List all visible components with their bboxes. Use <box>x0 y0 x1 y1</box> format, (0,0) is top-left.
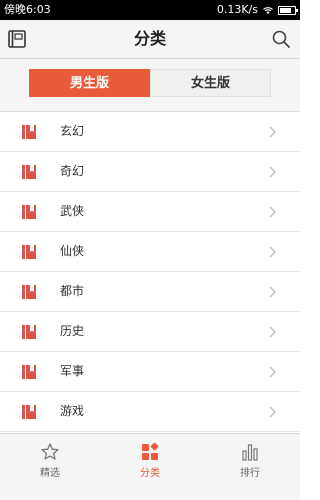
chevron-right-icon <box>269 246 276 258</box>
category-label: 武侠 <box>60 204 85 218</box>
book-bookmark-icon <box>22 365 36 379</box>
category-label: 仙侠 <box>60 244 85 258</box>
category-label: 玄幻 <box>60 124 85 138</box>
network-speed: 0.13K/s <box>216 3 258 16</box>
category-grid-icon <box>142 442 159 460</box>
status-bar: 傍晚6:03 0.13K/s <box>0 0 300 20</box>
tab-male-edition[interactable]: 男生版 <box>29 69 150 97</box>
chevron-right-icon <box>269 286 276 298</box>
category-row[interactable]: 都市 <box>0 272 300 312</box>
tab-female-edition[interactable]: 女生版 <box>150 69 271 97</box>
chevron-right-icon <box>269 406 276 418</box>
app-screen: 傍晚6:03 0.13K/s 分类 男生版 女生版 玄幻奇幻武侠仙侠都市历史军事 <box>0 0 300 500</box>
status-time: 傍晚6:03 <box>4 3 51 16</box>
nav-featured[interactable]: 精选 <box>0 434 100 500</box>
nav-ranking[interactable]: 排行 <box>200 434 300 500</box>
search-icon[interactable] <box>270 28 292 50</box>
chevron-right-icon <box>269 326 276 338</box>
nav-category[interactable]: 分类 <box>100 434 200 500</box>
chevron-right-icon <box>269 166 276 178</box>
category-row[interactable]: 奇幻 <box>0 152 300 192</box>
category-label: 历史 <box>60 324 85 338</box>
book-bookmark-icon <box>22 405 36 419</box>
category-row[interactable]: 游戏 <box>0 392 300 432</box>
category-row[interactable]: 武侠 <box>0 192 300 232</box>
category-label: 都市 <box>60 284 85 298</box>
category-list: 玄幻奇幻武侠仙侠都市历史军事游戏竞技 <box>0 112 300 472</box>
nav-featured-label: 精选 <box>40 468 60 479</box>
category-label: 奇幻 <box>60 164 85 178</box>
book-bookmark-icon <box>22 165 36 179</box>
book-bookmark-icon <box>22 205 36 219</box>
nav-ranking-label: 排行 <box>240 468 260 479</box>
status-indicators: 0.13K/s <box>216 0 298 20</box>
top-bar: 分类 <box>0 20 300 59</box>
chevron-right-icon <box>269 366 276 378</box>
book-bookmark-icon <box>22 125 36 139</box>
category-row[interactable]: 军事 <box>0 352 300 392</box>
book-bookmark-icon <box>22 285 36 299</box>
category-label: 游戏 <box>60 404 85 418</box>
page-title: 分类 <box>133 29 166 48</box>
nav-category-label: 分类 <box>140 468 160 479</box>
wifi-icon <box>263 7 273 14</box>
category-row[interactable]: 历史 <box>0 312 300 352</box>
chevron-right-icon <box>269 206 276 218</box>
category-row[interactable]: 仙侠 <box>0 232 300 272</box>
book-bookmark-icon <box>22 325 36 339</box>
bar-chart-icon <box>242 444 258 461</box>
battery-icon <box>278 5 298 15</box>
chevron-right-icon <box>269 126 276 138</box>
category-row[interactable]: 玄幻 <box>0 112 300 152</box>
category-label: 军事 <box>60 364 85 378</box>
book-bookmark-icon <box>22 245 36 259</box>
star-icon <box>41 443 59 460</box>
edition-switcher: 男生版 女生版 <box>0 59 300 112</box>
bottom-nav: 精选 分类 排行 <box>0 433 300 500</box>
